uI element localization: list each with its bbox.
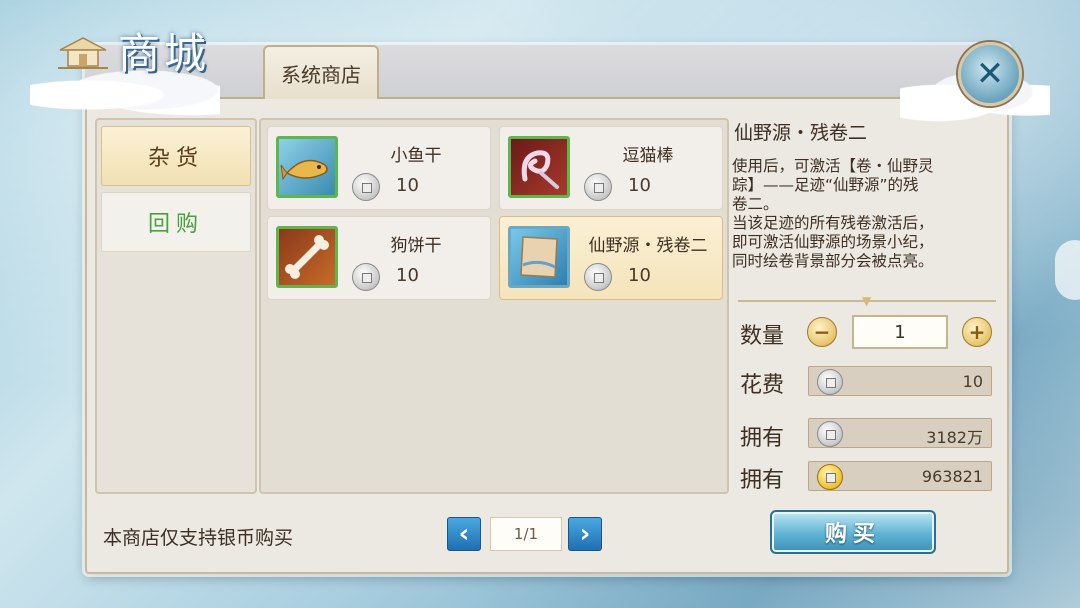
scroll-fragment-icon <box>508 226 570 288</box>
item-grid: 小鱼干 10 逗猫棒 10 狗饼干 10 仙野源・残卷二 10 <box>259 118 729 494</box>
chevron-right-icon: › <box>579 519 591 549</box>
item-price: 10 <box>628 265 651 286</box>
item-name: 小鱼干 <box>390 146 442 166</box>
item-price: 10 <box>396 175 419 196</box>
cat-teaser-icon <box>508 136 570 198</box>
close-icon: ✕ <box>975 54 1005 94</box>
item-detail: 仙野源・残卷二 使用后，可激活【卷・仙野灵 踪】——足迹“仙野源”的残 卷二。 … <box>732 118 996 271</box>
side-expand-button[interactable] <box>1055 240 1080 300</box>
item-price: 10 <box>628 175 651 196</box>
next-page-button[interactable]: › <box>568 517 602 551</box>
increase-quantity-button[interactable]: + <box>962 317 992 347</box>
item-price: 10 <box>396 265 419 286</box>
shop-item-scroll-fragment[interactable]: 仙野源・残卷二 10 <box>499 216 723 300</box>
cost-value: 10 <box>808 366 992 396</box>
sidebar-item-groceries[interactable]: 杂货 <box>101 126 251 186</box>
silver-coin-icon <box>352 263 380 291</box>
gold-coin-icon <box>817 464 843 490</box>
owned-gold-amount: 963821 <box>921 467 983 486</box>
silver-coin-icon <box>817 421 843 447</box>
dried-fish-icon <box>276 136 338 198</box>
shop-title: 商城 <box>118 29 211 78</box>
detail-title: 仙野源・残卷二 <box>734 122 868 144</box>
plus-icon: + <box>968 320 986 344</box>
shop-item-dried-fish[interactable]: 小鱼干 10 <box>267 126 491 210</box>
decrease-quantity-button[interactable]: − <box>807 317 837 347</box>
owned-gold-value: 963821 <box>808 461 992 491</box>
owned-silver-value: 3182万 <box>808 418 992 448</box>
quantity-input[interactable]: 1 <box>852 315 948 349</box>
minus-icon: − <box>813 320 831 344</box>
owned-silver-label: 拥有 <box>740 426 785 451</box>
cost-amount: 10 <box>962 372 983 391</box>
close-button[interactable]: ✕ <box>958 42 1022 106</box>
shop-notice: 本商店仅支持银币购买 <box>103 527 294 549</box>
item-name: 仙野源・残卷二 <box>588 236 708 256</box>
tab-system-shop[interactable]: 系统商店 <box>263 45 379 99</box>
item-name: 逗猫棒 <box>622 146 674 166</box>
dog-biscuit-bone-icon <box>276 226 338 288</box>
item-name: 狗饼干 <box>390 236 442 256</box>
page-indicator: 1/1 <box>490 517 562 551</box>
buy-button[interactable]: 购买 <box>770 510 936 554</box>
quantity-label: 数量 <box>740 324 785 349</box>
shop-item-dog-biscuit[interactable]: 狗饼干 10 <box>267 216 491 300</box>
prev-page-button[interactable]: ‹ <box>447 517 481 551</box>
owned-silver-amount: 3182万 <box>926 428 983 447</box>
sidebar-item-buyback[interactable]: 回购 <box>101 192 251 252</box>
category-sidebar: 杂货 回购 <box>95 118 257 494</box>
shop-item-cat-teaser[interactable]: 逗猫棒 10 <box>499 126 723 210</box>
silver-coin-icon <box>584 263 612 291</box>
pavilion-icon <box>58 37 108 69</box>
divider-arrow-icon: ▼ <box>862 294 872 308</box>
detail-description: 使用后，可激活【卷・仙野灵 踪】——足迹“仙野源”的残 卷二。 当该足迹的所有残… <box>732 157 934 270</box>
chevron-left-icon: ‹ <box>458 519 470 549</box>
silver-coin-icon <box>352 173 380 201</box>
silver-coin-icon <box>817 369 843 395</box>
silver-coin-icon <box>584 173 612 201</box>
cost-label: 花费 <box>740 373 785 398</box>
shop-header-bar <box>85 45 1005 99</box>
owned-gold-label: 拥有 <box>740 468 785 493</box>
